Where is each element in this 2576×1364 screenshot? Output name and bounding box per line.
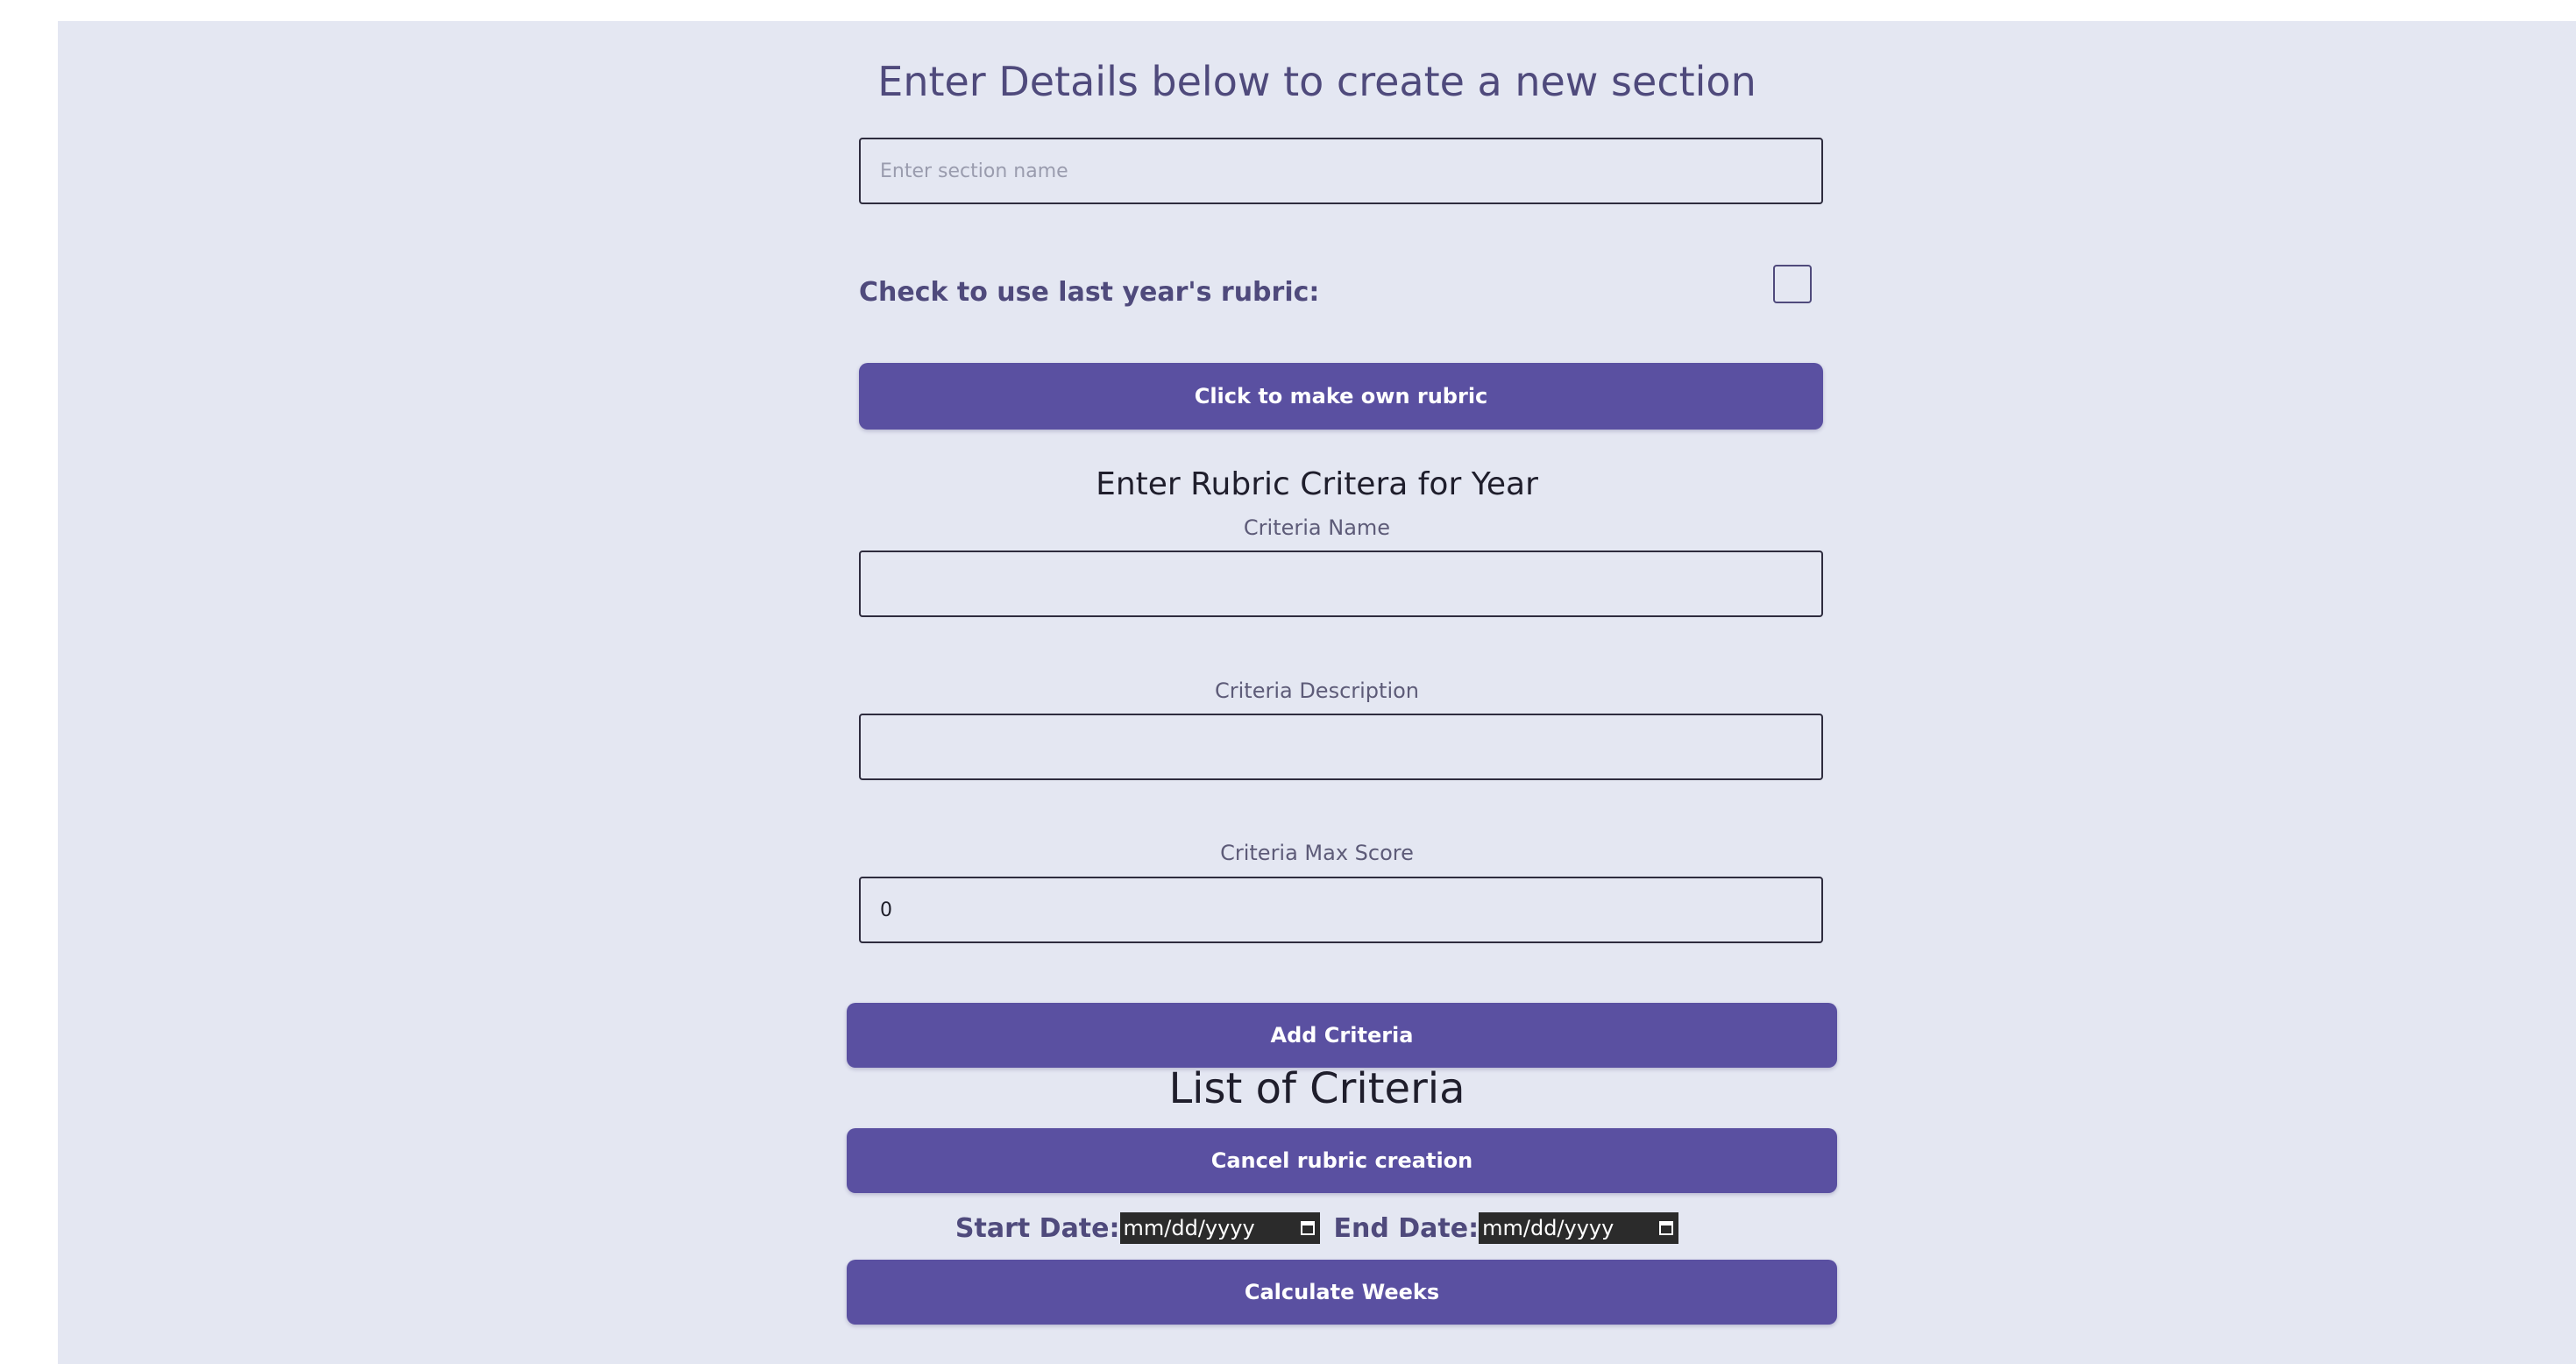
start-date-label: Start Date: <box>954 1212 1120 1244</box>
add-criteria-button[interactable]: Add Criteria <box>847 1003 1837 1068</box>
criteria-description-input[interactable] <box>859 714 1823 780</box>
end-date-label: End Date: <box>1333 1212 1480 1244</box>
date-range-row: Start Date: mm/dd/yyyy End Date: mm/dd/y… <box>58 1210 2576 1247</box>
start-date-input[interactable]: mm/dd/yyyy <box>1119 1212 1320 1244</box>
use-last-year-rubric-checkbox[interactable] <box>1773 265 1812 303</box>
use-last-year-rubric-label: Check to use last year's rubric: <box>859 277 1320 308</box>
create-section-panel: Enter Details below to create a new sect… <box>58 21 2576 1364</box>
rubric-criteria-heading: Enter Rubric Critera for Year <box>1096 466 1538 502</box>
criteria-max-score-label: Criteria Max Score <box>1220 841 1414 865</box>
calendar-icon[interactable] <box>1659 1221 1674 1235</box>
start-date-value: mm/dd/yyyy <box>1123 1216 1255 1240</box>
end-date-input[interactable]: mm/dd/yyyy <box>1479 1212 1679 1244</box>
criteria-list-heading: List of Criteria <box>1168 1064 1465 1113</box>
criteria-name-input[interactable] <box>859 551 1823 617</box>
cancel-rubric-button[interactable]: Cancel rubric creation <box>847 1128 1837 1193</box>
end-date-value: mm/dd/yyyy <box>1482 1216 1614 1240</box>
criteria-description-label: Criteria Description <box>1214 678 1420 703</box>
criteria-name-label: Criteria Name <box>1243 515 1391 540</box>
calendar-icon[interactable] <box>1300 1221 1315 1235</box>
page-title: Enter Details below to create a new sect… <box>877 58 1756 105</box>
section-name-input[interactable] <box>859 138 1823 204</box>
calculate-weeks-button[interactable]: Calculate Weeks <box>847 1260 1837 1325</box>
make-own-rubric-button[interactable]: Click to make own rubric <box>859 363 1823 430</box>
criteria-max-score-input[interactable] <box>859 877 1823 943</box>
